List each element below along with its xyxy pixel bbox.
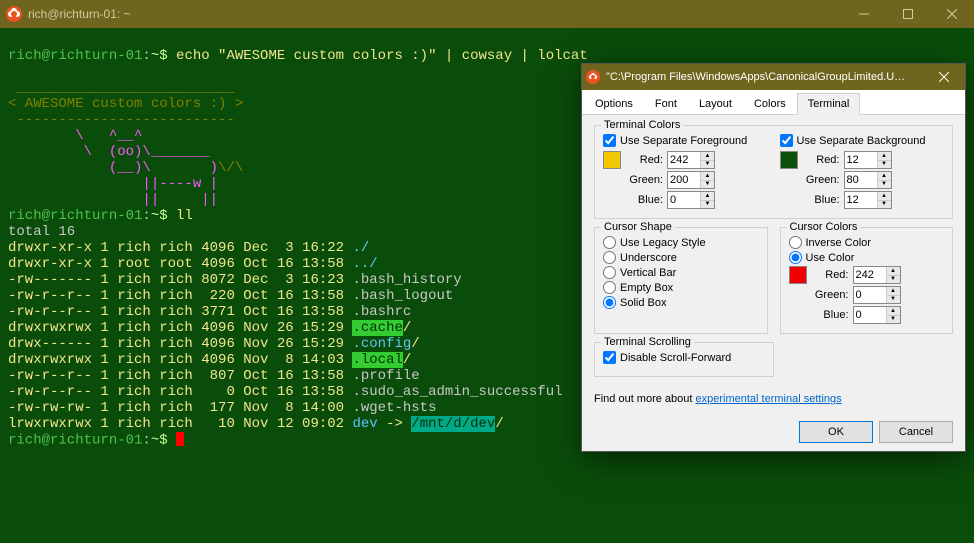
cursor-shape-use-legacy-style[interactable]: Use Legacy Style xyxy=(603,236,759,249)
use-separate-background-checkbox[interactable]: Use Separate Background xyxy=(780,134,945,147)
experimental-settings-link[interactable]: experimental terminal settings xyxy=(696,393,842,405)
bg-red-input[interactable]: ▲▼ xyxy=(844,151,892,169)
bg-blue-input[interactable]: ▲▼ xyxy=(844,191,892,209)
cursor-colors-group: Cursor Colors Inverse Color Use Color Re… xyxy=(780,227,954,334)
dialog-tabs: Options Font Layout Colors Terminal xyxy=(582,90,965,115)
foreground-swatch xyxy=(603,151,621,169)
cursor-shape-empty-box[interactable]: Empty Box xyxy=(603,281,759,294)
command-text: echo "AWESOME custom colors :)" | cowsay… xyxy=(176,48,588,64)
properties-dialog: "C:\Program Files\WindowsApps\CanonicalG… xyxy=(581,63,966,452)
cursor xyxy=(176,432,184,446)
background-swatch xyxy=(780,151,798,169)
close-icon xyxy=(939,72,949,82)
prompt-user: rich@richturn-01 xyxy=(8,48,142,64)
tab-layout[interactable]: Layout xyxy=(688,93,743,115)
terminal-colors-group: Terminal Colors Use Separate Foreground … xyxy=(594,125,953,219)
ok-button[interactable]: OK xyxy=(799,421,873,443)
ubuntu-icon xyxy=(6,6,22,22)
tab-options[interactable]: Options xyxy=(584,93,644,115)
fg-red-input[interactable]: ▲▼ xyxy=(667,151,715,169)
cursor-shape-solid-box[interactable]: Solid Box xyxy=(603,296,759,309)
bg-green-input[interactable]: ▲▼ xyxy=(844,171,892,189)
dialog-title: "C:\Program Files\WindowsApps\CanonicalG… xyxy=(606,71,923,83)
cursor-color-swatch xyxy=(789,266,807,284)
cursor-green-input[interactable]: ▲▼ xyxy=(853,286,901,304)
cursor-blue-input[interactable]: ▲▼ xyxy=(853,306,901,324)
fg-blue-input[interactable]: ▲▼ xyxy=(667,191,715,209)
down-arrow-icon[interactable]: ▼ xyxy=(701,161,714,169)
close-icon xyxy=(947,9,957,19)
fg-green-input[interactable]: ▲▼ xyxy=(667,171,715,189)
dialog-titlebar: "C:\Program Files\WindowsApps\CanonicalG… xyxy=(582,64,965,90)
close-button[interactable] xyxy=(930,0,974,28)
cursor-shape-group: Cursor Shape Use Legacy StyleUnderscoreV… xyxy=(594,227,768,334)
window-title: rich@richturn-01: ~ xyxy=(28,7,842,21)
dialog-close-button[interactable] xyxy=(923,64,965,90)
ubuntu-icon xyxy=(586,70,600,84)
tab-colors[interactable]: Colors xyxy=(743,93,797,115)
window-titlebar: rich@richturn-01: ~ xyxy=(0,0,974,28)
disable-scroll-forward-checkbox[interactable]: Disable Scroll-Forward xyxy=(603,351,765,364)
maximize-icon xyxy=(903,9,913,19)
cursor-shape-vertical-bar[interactable]: Vertical Bar xyxy=(603,266,759,279)
minimize-button[interactable] xyxy=(842,0,886,28)
use-separate-foreground-checkbox[interactable]: Use Separate Foreground xyxy=(603,134,768,147)
cursor-shape-underscore[interactable]: Underscore xyxy=(603,251,759,264)
maximize-button[interactable] xyxy=(886,0,930,28)
use-color-radio[interactable]: Use Color xyxy=(789,251,945,264)
up-arrow-icon[interactable]: ▲ xyxy=(701,152,714,161)
tab-terminal[interactable]: Terminal xyxy=(797,93,861,115)
tab-font[interactable]: Font xyxy=(644,93,688,115)
terminal-scrolling-group: Terminal Scrolling Disable Scroll-Forwar… xyxy=(594,342,774,377)
cancel-button[interactable]: Cancel xyxy=(879,421,953,443)
minimize-icon xyxy=(859,9,869,19)
inverse-color-radio[interactable]: Inverse Color xyxy=(789,236,945,249)
cursor-red-input[interactable]: ▲▼ xyxy=(853,266,901,284)
